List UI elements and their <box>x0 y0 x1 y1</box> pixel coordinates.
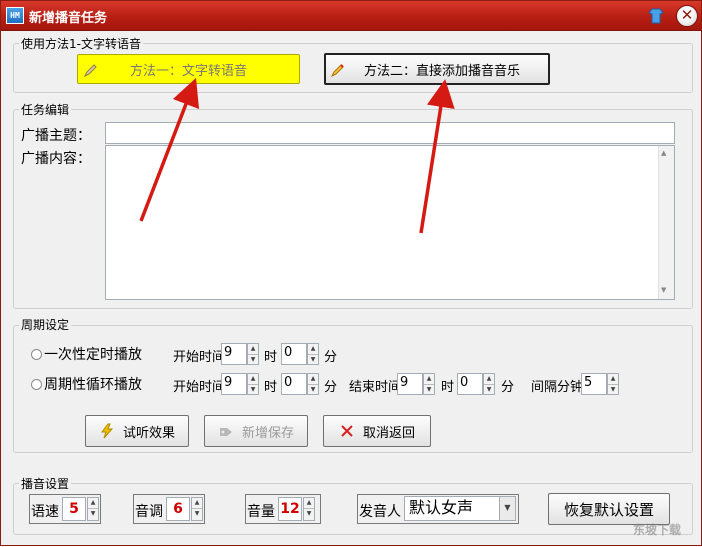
volume-spinner[interactable]: ▲ ▼ <box>303 497 315 521</box>
cycle-end-minute-input[interactable]: 0 <box>457 373 483 395</box>
preview-label: 试听效果 <box>122 425 175 441</box>
task-edit-legend: 任务编辑 <box>19 101 72 118</box>
cycle-start-hour-input[interactable]: 9 <box>221 373 247 395</box>
chevron-down-icon[interactable]: ▼ <box>499 497 515 520</box>
preview-button[interactable]: 试听效果 <box>85 415 189 447</box>
topic-input[interactable] <box>105 122 675 144</box>
content-scrollbar[interactable]: ▲ ▼ <box>658 146 674 299</box>
once-label[interactable]: 一次性定时播放 <box>44 344 142 364</box>
scroll-up-icon[interactable]: ▲ <box>661 149 666 157</box>
watermark: 东坡下载 <box>633 523 682 537</box>
reset-label: 恢复默认设置 <box>563 500 654 519</box>
lightning-icon <box>100 423 114 439</box>
cycle-label[interactable]: 周期性循环播放 <box>44 374 142 394</box>
pen-icon <box>330 64 344 78</box>
volume-input[interactable]: 12 <box>278 497 302 521</box>
method-group-legend: 使用方法1-文字转语音 <box>19 35 143 52</box>
cycle-radio[interactable] <box>31 379 42 390</box>
dialog-window: HM 新增播音任务 ✕ 使用方法1-文字转语音 方法一：文字转语音 方法二：直接… <box>0 0 702 546</box>
cycle-end-minute-unit: 分 <box>501 380 515 395</box>
cancel-label: 取消返回 <box>362 425 415 441</box>
pitch-input[interactable]: 6 <box>166 497 190 521</box>
cycle-start-minute-input[interactable]: 0 <box>281 373 307 395</box>
title-bar[interactable]: HM 新增播音任务 ✕ <box>1 1 701 31</box>
skin-icon[interactable] <box>647 7 665 25</box>
interval-input[interactable]: 5 <box>581 373 607 395</box>
cycle-end-minute-spinner[interactable]: ▲ ▼ <box>483 373 495 395</box>
cycle-end-hour-input[interactable]: 9 <box>397 373 423 395</box>
close-icon <box>341 425 353 437</box>
add-music-label: 方法二：直接添加播音音乐 <box>363 63 520 79</box>
once-minute-input[interactable]: 0 <box>281 343 307 365</box>
scroll-down-icon[interactable]: ▼ <box>661 286 666 294</box>
topic-label: 广播主题： <box>21 128 91 144</box>
content-label: 广播内容： <box>21 151 91 167</box>
cycle-start-minute-spinner[interactable]: ▲ ▼ <box>307 373 319 395</box>
once-minute-unit: 分 <box>324 350 338 365</box>
cycle-start-minute-unit: 分 <box>324 380 338 395</box>
speaker-label: 发音人 <box>359 504 401 520</box>
add-music-button[interactable]: 方法二：直接添加播音音乐 <box>324 53 550 85</box>
cancel-button[interactable]: 取消返回 <box>323 415 431 447</box>
voice-legend: 播音设置 <box>19 475 72 492</box>
speed-spinner[interactable]: ▲ ▼ <box>87 497 99 521</box>
content-textarea[interactable]: ▲ ▼ <box>105 145 675 300</box>
once-hour-spinner[interactable]: ▲ ▼ <box>247 343 259 365</box>
text-to-speech-label: 方法一：文字转语音 <box>129 63 247 79</box>
interval-label: 间隔分钟 <box>531 380 584 395</box>
cycle-start-hour-spinner[interactable]: ▲ ▼ <box>247 373 259 395</box>
window-title: 新增播音任务 <box>29 11 108 26</box>
pen-icon <box>83 64 97 78</box>
text-to-speech-button[interactable]: 方法一：文字转语音 <box>77 54 300 84</box>
pitch-spinner[interactable]: ▲ ▼ <box>191 497 203 521</box>
cycle-end-hour-unit: 时 <box>441 380 455 395</box>
speed-input[interactable]: 5 <box>62 497 86 521</box>
once-start-label: 开始时间 <box>173 350 226 365</box>
close-icon[interactable]: ✕ <box>676 5 698 27</box>
once-hour-unit: 时 <box>264 350 278 365</box>
volume-label: 音量 <box>247 504 275 520</box>
app-icon: HM <box>6 7 24 24</box>
pitch-label: 音调 <box>135 504 163 520</box>
speed-label: 语速 <box>31 504 59 520</box>
cycle-end-hour-spinner[interactable]: ▲ ▼ <box>423 373 435 395</box>
tag-icon <box>219 428 232 436</box>
speaker-value: 默认女声 <box>409 498 474 517</box>
once-minute-spinner[interactable]: ▲ ▼ <box>307 343 319 365</box>
once-hour-input[interactable]: 9 <box>221 343 247 365</box>
cycle-end-label: 结束时间 <box>349 380 402 395</box>
cycle-start-label: 开始时间 <box>173 380 226 395</box>
save-label: 新增保存 <box>241 425 294 441</box>
interval-spinner[interactable]: ▲ ▼ <box>607 373 619 395</box>
once-radio[interactable] <box>31 349 42 360</box>
period-legend: 周期设定 <box>19 316 72 333</box>
save-button[interactable]: 新增保存 <box>204 415 308 447</box>
cycle-start-hour-unit: 时 <box>264 380 278 395</box>
